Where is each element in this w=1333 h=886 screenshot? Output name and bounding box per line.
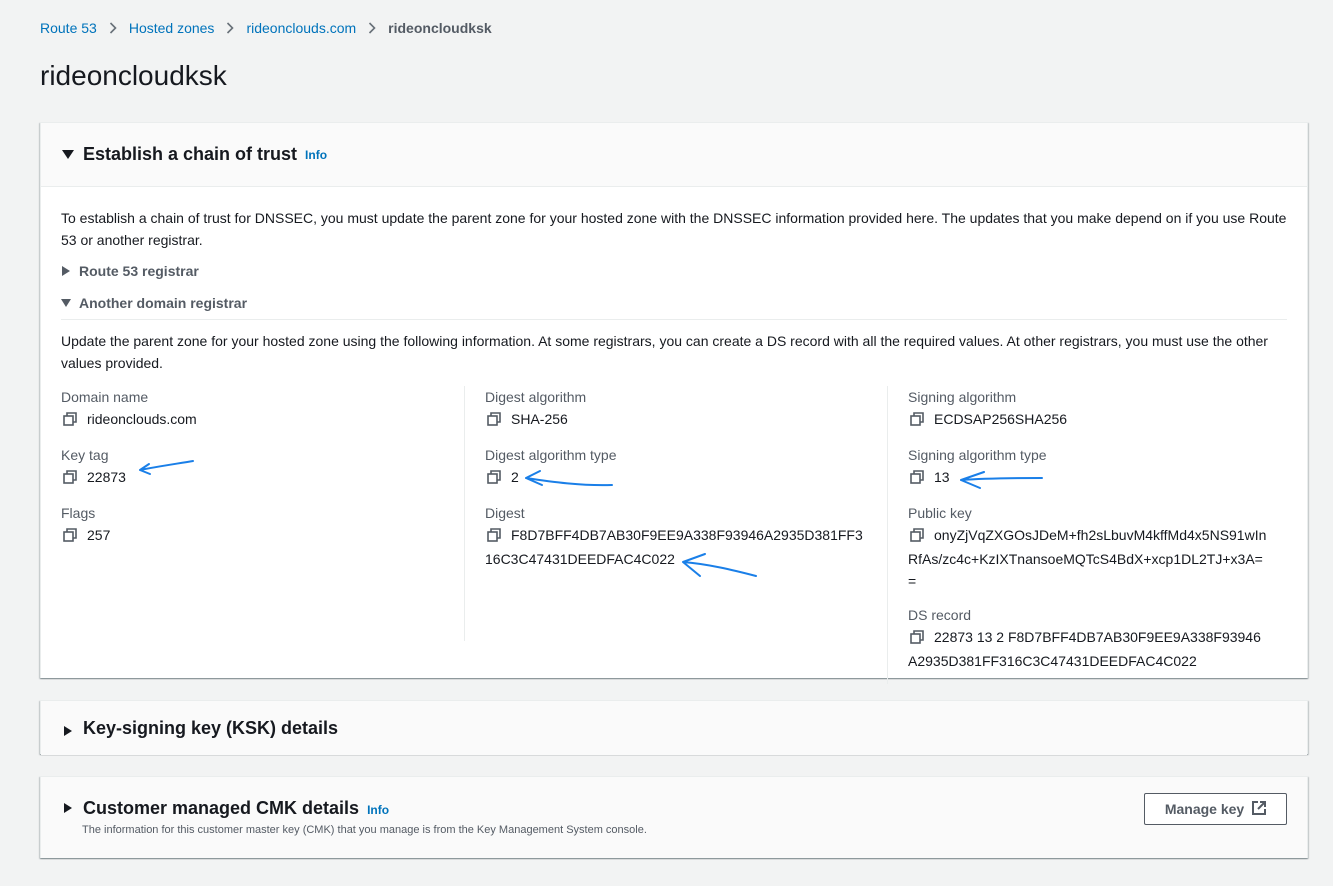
- cmk-details-panel: Customer managed CMK details Info The in…: [40, 776, 1308, 858]
- chain-of-trust-intro: To establish a chain of trust for DNSSEC…: [61, 210, 1287, 248]
- field-digest-algorithm-type: Digest algorithm type 2: [485, 444, 867, 490]
- flags-value: 257: [87, 527, 111, 543]
- field-signing-algorithm-type: Signing algorithm type 13: [908, 444, 1267, 490]
- cmk-details-info-link[interactable]: Info: [367, 803, 389, 817]
- digest-value: F8D7BFF4DB7AB30F9EE9A338F93946A2935D381F…: [485, 527, 863, 567]
- field-key-tag: Key tag 22873: [61, 444, 444, 490]
- chain-of-trust-title: Establish a chain of trust: [83, 144, 298, 164]
- caret-right-icon[interactable]: [61, 726, 75, 736]
- copy-icon[interactable]: [63, 526, 77, 548]
- field-label: Digest algorithm type: [485, 447, 617, 463]
- field-ds-record: DS record 22873 13 2 F8D7BFF4DB7AB30F9EE…: [908, 604, 1267, 672]
- copy-icon[interactable]: [910, 628, 924, 650]
- digest-algorithm-value: SHA-256: [511, 411, 568, 427]
- fields-column-3: Signing algorithm ECDSAP256SHA256 Signin…: [887, 386, 1287, 684]
- field-label: Signing algorithm type: [908, 447, 1047, 463]
- breadcrumb-route53[interactable]: Route 53: [40, 20, 97, 36]
- field-public-key: Public key onyZjVqZXGOsJDeM+fh2sLbuvM4kf…: [908, 502, 1267, 592]
- another-registrar-label: Another domain registrar: [79, 295, 248, 311]
- field-label: Public key: [908, 505, 972, 521]
- field-label: Digest algorithm: [485, 389, 587, 405]
- chevron-right-icon: [368, 22, 376, 34]
- copy-icon[interactable]: [487, 468, 501, 490]
- route53-registrar-expander[interactable]: Route 53 registrar: [61, 260, 1287, 282]
- fields-column-1: Domain name rideonclouds.com Key tag 228…: [61, 386, 464, 684]
- key-tag-value: 22873: [87, 469, 126, 485]
- divider: [61, 319, 1287, 320]
- copy-icon[interactable]: [487, 526, 501, 548]
- cmk-details-title: Customer managed CMK details: [83, 798, 360, 818]
- chevron-right-icon: [226, 22, 235, 34]
- copy-icon[interactable]: [910, 410, 924, 432]
- copy-icon[interactable]: [63, 468, 77, 490]
- cmk-details-header[interactable]: Customer managed CMK details Info: [41, 777, 1307, 819]
- cmk-details-description: The information for this customer master…: [82, 824, 647, 836]
- digest-algorithm-type-value: 2: [511, 469, 519, 485]
- breadcrumb-hosted-zones[interactable]: Hosted zones: [129, 20, 215, 36]
- signing-algorithm-type-value: 13: [934, 469, 950, 485]
- field-label: Domain name: [61, 389, 149, 405]
- ksk-details-title: Key-signing key (KSK) details: [83, 717, 339, 738]
- field-label: Flags: [61, 505, 96, 521]
- chain-of-trust-panel: Establish a chain of trust Info To estab…: [40, 122, 1308, 684]
- field-label: Signing algorithm: [908, 389, 1017, 405]
- copy-icon[interactable]: [910, 526, 924, 548]
- copy-icon[interactable]: [63, 410, 77, 432]
- field-label: DS record: [908, 607, 972, 623]
- chevron-right-icon: [109, 22, 117, 34]
- page-title: rideoncloudksk: [40, 60, 227, 91]
- caret-right-icon[interactable]: [61, 803, 75, 813]
- caret-right-icon: [61, 266, 71, 276]
- caret-down-icon[interactable]: [61, 149, 75, 160]
- route53-registrar-label: Route 53 registrar: [79, 263, 199, 279]
- another-registrar-intro: Update the parent zone for your hosted z…: [61, 333, 1268, 371]
- ksk-details-panel: Key-signing key (KSK) details: [40, 700, 1308, 755]
- public-key-value: onyZjVqZXGOsJDeM+fh2sLbuvM4kffMd4x5NS91w…: [908, 527, 1267, 589]
- ds-record-value: 22873 13 2 F8D7BFF4DB7AB30F9EE9A338F9394…: [908, 629, 1261, 669]
- field-domain-name: Domain name rideonclouds.com: [61, 386, 444, 432]
- copy-icon[interactable]: [487, 410, 501, 432]
- field-signing-algorithm: Signing algorithm ECDSAP256SHA256: [908, 386, 1267, 432]
- field-flags: Flags 257: [61, 502, 444, 548]
- breadcrumb-zone[interactable]: rideonclouds.com: [246, 20, 356, 36]
- field-digest-algorithm: Digest algorithm SHA-256: [485, 386, 867, 432]
- another-registrar-expander[interactable]: Another domain registrar: [61, 292, 1287, 314]
- chain-of-trust-header[interactable]: Establish a chain of trust Info: [41, 123, 1307, 187]
- external-link-icon: [1244, 800, 1267, 818]
- field-digest: Digest F8D7BFF4DB7AB30F9EE9A338F93946A29…: [485, 502, 867, 570]
- copy-icon[interactable]: [910, 468, 924, 490]
- domain-name-value: rideonclouds.com: [87, 411, 197, 427]
- breadcrumb-current: rideoncloudksk: [388, 20, 492, 36]
- breadcrumb: Route 53 Hosted zones rideonclouds.com r…: [40, 20, 492, 36]
- field-label: Digest: [485, 505, 525, 521]
- manage-key-button[interactable]: Manage key: [1144, 793, 1287, 825]
- chain-of-trust-info-link[interactable]: Info: [305, 148, 327, 162]
- manage-key-label: Manage key: [1164, 801, 1245, 817]
- signing-algorithm-value: ECDSAP256SHA256: [934, 411, 1068, 427]
- fields-column-2: Digest algorithm SHA-256 Digest algorith…: [464, 386, 887, 641]
- caret-down-icon: [61, 299, 71, 307]
- ksk-details-header[interactable]: Key-signing key (KSK) details: [41, 701, 1307, 755]
- dnssec-fields-grid: Domain name rideonclouds.com Key tag 228…: [61, 386, 1287, 684]
- field-label: Key tag: [61, 447, 109, 463]
